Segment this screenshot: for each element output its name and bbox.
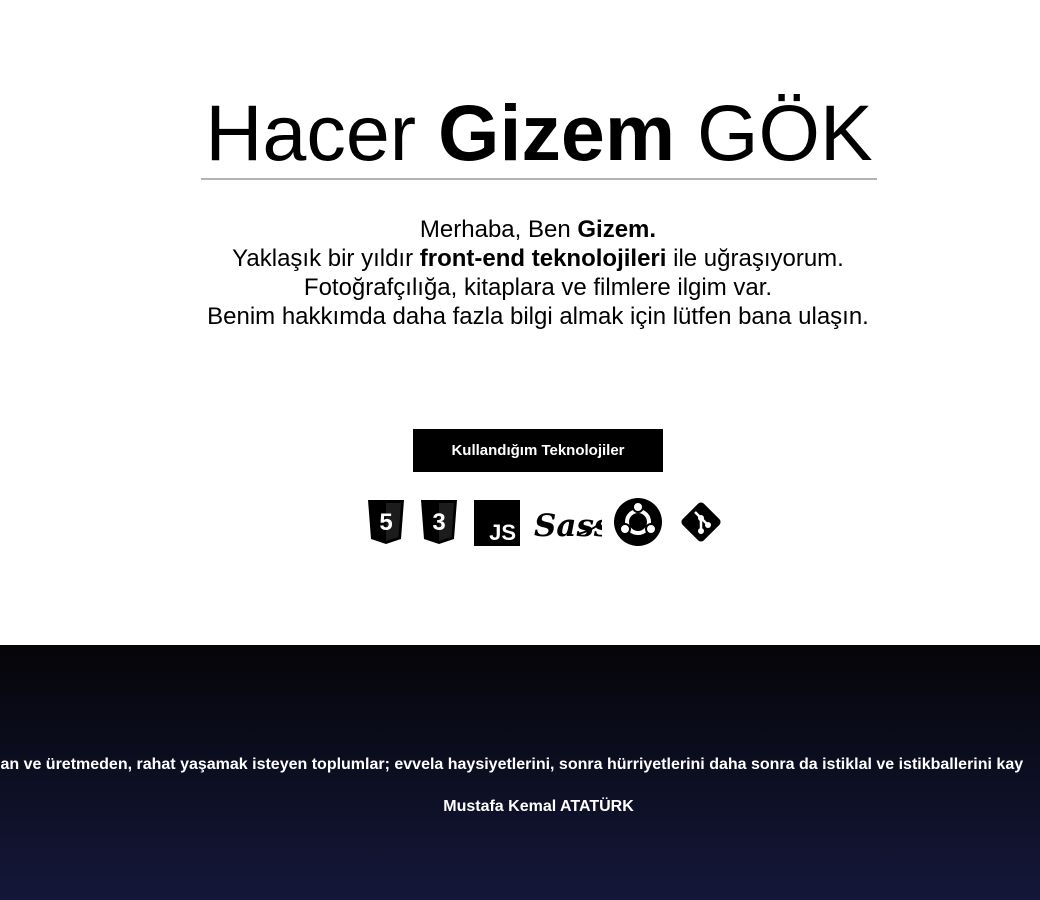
ubuntu-icon — [614, 498, 662, 546]
footer-quote: nadan ve üretmeden, rahat yaşamak isteye… — [0, 756, 1024, 773]
intro-text: Merhaba, Ben Gizem. Yaklaşık bir yıldır … — [100, 215, 976, 331]
intro-frontend-highlight: front-end teknolojileri — [419, 245, 667, 272]
name-last: GÖK — [675, 88, 873, 177]
sass-badge-text: Sass — [534, 508, 602, 544]
page: Hacer Gizem GÖK Merhaba, Ben Gizem. Yakl… — [0, 0, 1040, 900]
html5-badge-text: 5 — [379, 509, 392, 536]
footer: nadan ve üretmeden, rahat yaşamak isteye… — [0, 645, 1040, 900]
intro-line-2: Yaklaşık bir yıldır front-end teknolojil… — [100, 244, 976, 273]
technology-icons: 5 3 JS Sass — [362, 496, 728, 552]
javascript-icon: JS — [474, 500, 520, 546]
css3-icon: 3 — [421, 500, 457, 544]
js-badge-text: JS — [489, 520, 516, 545]
title-divider — [201, 178, 877, 180]
intro-name: Gizem. — [577, 216, 657, 243]
intro-line-3: Fotoğrafçılığa, kitaplara ve filmlere il… — [303, 274, 773, 301]
name-first: Hacer — [205, 88, 439, 177]
intro-line-1: Merhaba, Ben Gizem. — [100, 215, 976, 244]
intro-greeting: Merhaba, Ben — [419, 216, 578, 243]
technologies-button[interactable]: Kullandığım Teknolojiler — [413, 429, 663, 472]
git-icon — [681, 502, 721, 542]
page-title: Hacer Gizem GÖK — [201, 88, 877, 178]
html5-icon: 5 — [368, 500, 404, 544]
footer-quote-author: Mustafa Kemal ATATÜRK — [443, 798, 634, 815]
intro-experience-prefix: Yaklaşık bir yıldır — [232, 245, 420, 272]
intro-experience-suffix: ile uğraşıyorum. — [666, 245, 844, 272]
sass-icon: Sass — [534, 508, 602, 544]
name-bold: Gizem — [438, 88, 676, 177]
css3-badge-text: 3 — [432, 509, 445, 536]
intro-line-4: Benim hakkımda daha fazla bilgi almak iç… — [207, 303, 869, 330]
hero-section: Hacer Gizem GÖK Merhaba, Ben Gizem. Yakl… — [0, 0, 1040, 645]
